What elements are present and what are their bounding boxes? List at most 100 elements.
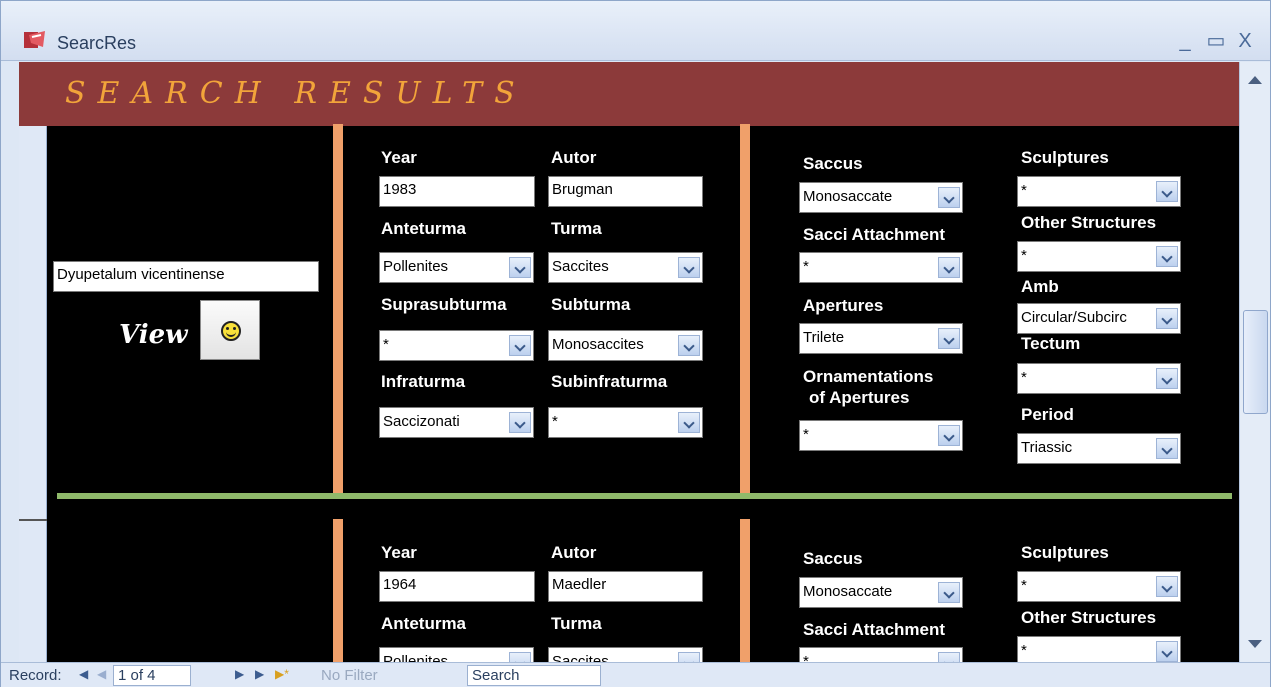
- smiley-icon: [221, 321, 241, 341]
- sacci-attachment-value: *: [803, 258, 809, 275]
- chevron-down-icon[interactable]: [509, 412, 531, 433]
- chevron-down-icon[interactable]: [938, 425, 960, 446]
- anteturma-value: Pollenites: [383, 258, 449, 275]
- subinfraturma-combo[interactable]: *: [548, 407, 703, 438]
- sacci-attachment-label: Sacci Attachment: [803, 225, 946, 244]
- tectum-combo[interactable]: *: [1017, 363, 1181, 394]
- record-separator-line: [57, 493, 1232, 499]
- year-field[interactable]: 1983: [379, 176, 535, 207]
- close-button[interactable]: X: [1233, 29, 1257, 53]
- chevron-down-icon[interactable]: [678, 652, 700, 662]
- window-title: SearcRes: [57, 33, 137, 53]
- record-selector-2[interactable]: [19, 521, 47, 662]
- anteturma-label: Anteturma: [381, 614, 467, 633]
- chevron-down-icon[interactable]: [938, 652, 960, 662]
- sculptures-value: *: [1021, 182, 1027, 199]
- view-button[interactable]: [200, 300, 260, 360]
- last-record-icon[interactable]: ▶: [255, 667, 264, 681]
- sculptures-value: *: [1021, 577, 1027, 594]
- no-filter-button[interactable]: No Filter: [321, 667, 378, 684]
- chevron-down-icon[interactable]: [1156, 181, 1178, 202]
- period-value: Triassic: [1021, 439, 1073, 456]
- access-app-icon: [24, 31, 45, 48]
- autor-label: Autor: [551, 148, 597, 167]
- vertical-scrollbar[interactable]: [1239, 62, 1270, 662]
- turma-label: Turma: [551, 614, 602, 633]
- saccus-combo[interactable]: Monosaccate: [799, 182, 963, 213]
- sacci-attachment-combo[interactable]: *: [799, 647, 963, 662]
- current-record-value: 1 of 4: [118, 667, 156, 684]
- year-field[interactable]: 1964: [379, 571, 535, 602]
- period-label: Period: [1021, 405, 1074, 424]
- chevron-down-icon[interactable]: [1156, 576, 1178, 597]
- autor-field[interactable]: Maedler: [548, 571, 703, 602]
- year-label: Year: [381, 148, 417, 167]
- ornamentations-combo[interactable]: *: [799, 420, 963, 451]
- sculptures-combo[interactable]: *: [1017, 176, 1181, 207]
- suprasubturma-combo[interactable]: *: [379, 330, 534, 361]
- search-input[interactable]: Search: [467, 665, 601, 686]
- subturma-value: Monosaccites: [552, 336, 644, 353]
- scroll-down-icon[interactable]: [1248, 640, 1262, 648]
- turma-combo[interactable]: Saccites: [548, 252, 703, 283]
- turma-label: Turma: [551, 219, 602, 238]
- minimize-button[interactable]: _: [1173, 29, 1197, 53]
- chevron-down-icon[interactable]: [1156, 438, 1178, 459]
- ornamentations-label: Ornamentations: [803, 367, 934, 386]
- year-label: Year: [381, 543, 417, 562]
- infraturma-value: Saccizonati: [383, 413, 460, 430]
- amb-label: Amb: [1021, 277, 1059, 296]
- other-structures-combo[interactable]: *: [1017, 241, 1181, 272]
- chevron-down-icon[interactable]: [938, 257, 960, 278]
- new-record-icon[interactable]: ▶*: [275, 667, 289, 681]
- chevron-down-icon[interactable]: [938, 328, 960, 349]
- amb-combo[interactable]: Circular/Subcirc: [1017, 303, 1181, 334]
- chevron-down-icon[interactable]: [1156, 368, 1178, 389]
- sculptures-combo[interactable]: *: [1017, 571, 1181, 602]
- chevron-down-icon[interactable]: [509, 335, 531, 356]
- other-structures-label: Other Structures: [1021, 608, 1157, 627]
- apertures-combo[interactable]: Trilete: [799, 323, 963, 354]
- search-placeholder: Search: [472, 667, 520, 684]
- infraturma-combo[interactable]: Saccizonati: [379, 407, 534, 438]
- saccus-label: Saccus: [803, 154, 863, 173]
- form-header: SEARCH RESULTS: [19, 62, 1239, 126]
- form-header-title: SEARCH RESULTS: [65, 76, 527, 111]
- anteturma-combo[interactable]: Pollenites: [379, 647, 534, 662]
- record-navigation-bar: Record: ◀ ◀ 1 of 4 ▶ ▶ ▶* No Filter Sear…: [1, 662, 1270, 687]
- chevron-down-icon[interactable]: [509, 652, 531, 662]
- record-selector-1[interactable]: [19, 126, 47, 521]
- next-record-icon[interactable]: ▶: [235, 667, 244, 681]
- anteturma-combo[interactable]: Pollenites: [379, 252, 534, 283]
- scroll-up-icon[interactable]: [1248, 76, 1262, 84]
- saccus-value: Monosaccate: [803, 583, 893, 600]
- chevron-down-icon[interactable]: [678, 335, 700, 356]
- tectum-label: Tectum: [1021, 334, 1081, 353]
- title-bar: SearcRes _ ▭ X: [1, 1, 1270, 61]
- chevron-down-icon[interactable]: [1156, 641, 1178, 662]
- current-record-field[interactable]: 1 of 4: [113, 665, 191, 686]
- subturma-combo[interactable]: Monosaccites: [548, 330, 703, 361]
- first-record-icon[interactable]: ◀: [79, 667, 88, 681]
- chevron-down-icon[interactable]: [938, 582, 960, 603]
- turma-combo[interactable]: Saccites: [548, 647, 703, 662]
- period-combo[interactable]: Triassic: [1017, 433, 1181, 464]
- saccus-combo[interactable]: Monosaccate: [799, 577, 963, 608]
- saccus-value: Monosaccate: [803, 188, 893, 205]
- chevron-down-icon[interactable]: [509, 257, 531, 278]
- autor-field[interactable]: Brugman: [548, 176, 703, 207]
- chevron-down-icon[interactable]: [678, 412, 700, 433]
- maximize-button[interactable]: ▭: [1204, 29, 1228, 53]
- chevron-down-icon[interactable]: [938, 187, 960, 208]
- chevron-down-icon[interactable]: [678, 257, 700, 278]
- apertures-value: Trilete: [803, 329, 845, 346]
- previous-record-icon[interactable]: ◀: [97, 667, 106, 681]
- species-name-field[interactable]: Dyupetalum vicentinense: [53, 261, 319, 292]
- scroll-thumb[interactable]: [1243, 310, 1268, 414]
- other-structures-combo[interactable]: *: [1017, 636, 1181, 662]
- sacci-attachment-combo[interactable]: *: [799, 252, 963, 283]
- chevron-down-icon[interactable]: [1156, 246, 1178, 267]
- chevron-down-icon[interactable]: [1156, 308, 1178, 329]
- subinfraturma-label: Subinfraturma: [551, 372, 668, 391]
- infraturma-label: Infraturma: [381, 372, 466, 391]
